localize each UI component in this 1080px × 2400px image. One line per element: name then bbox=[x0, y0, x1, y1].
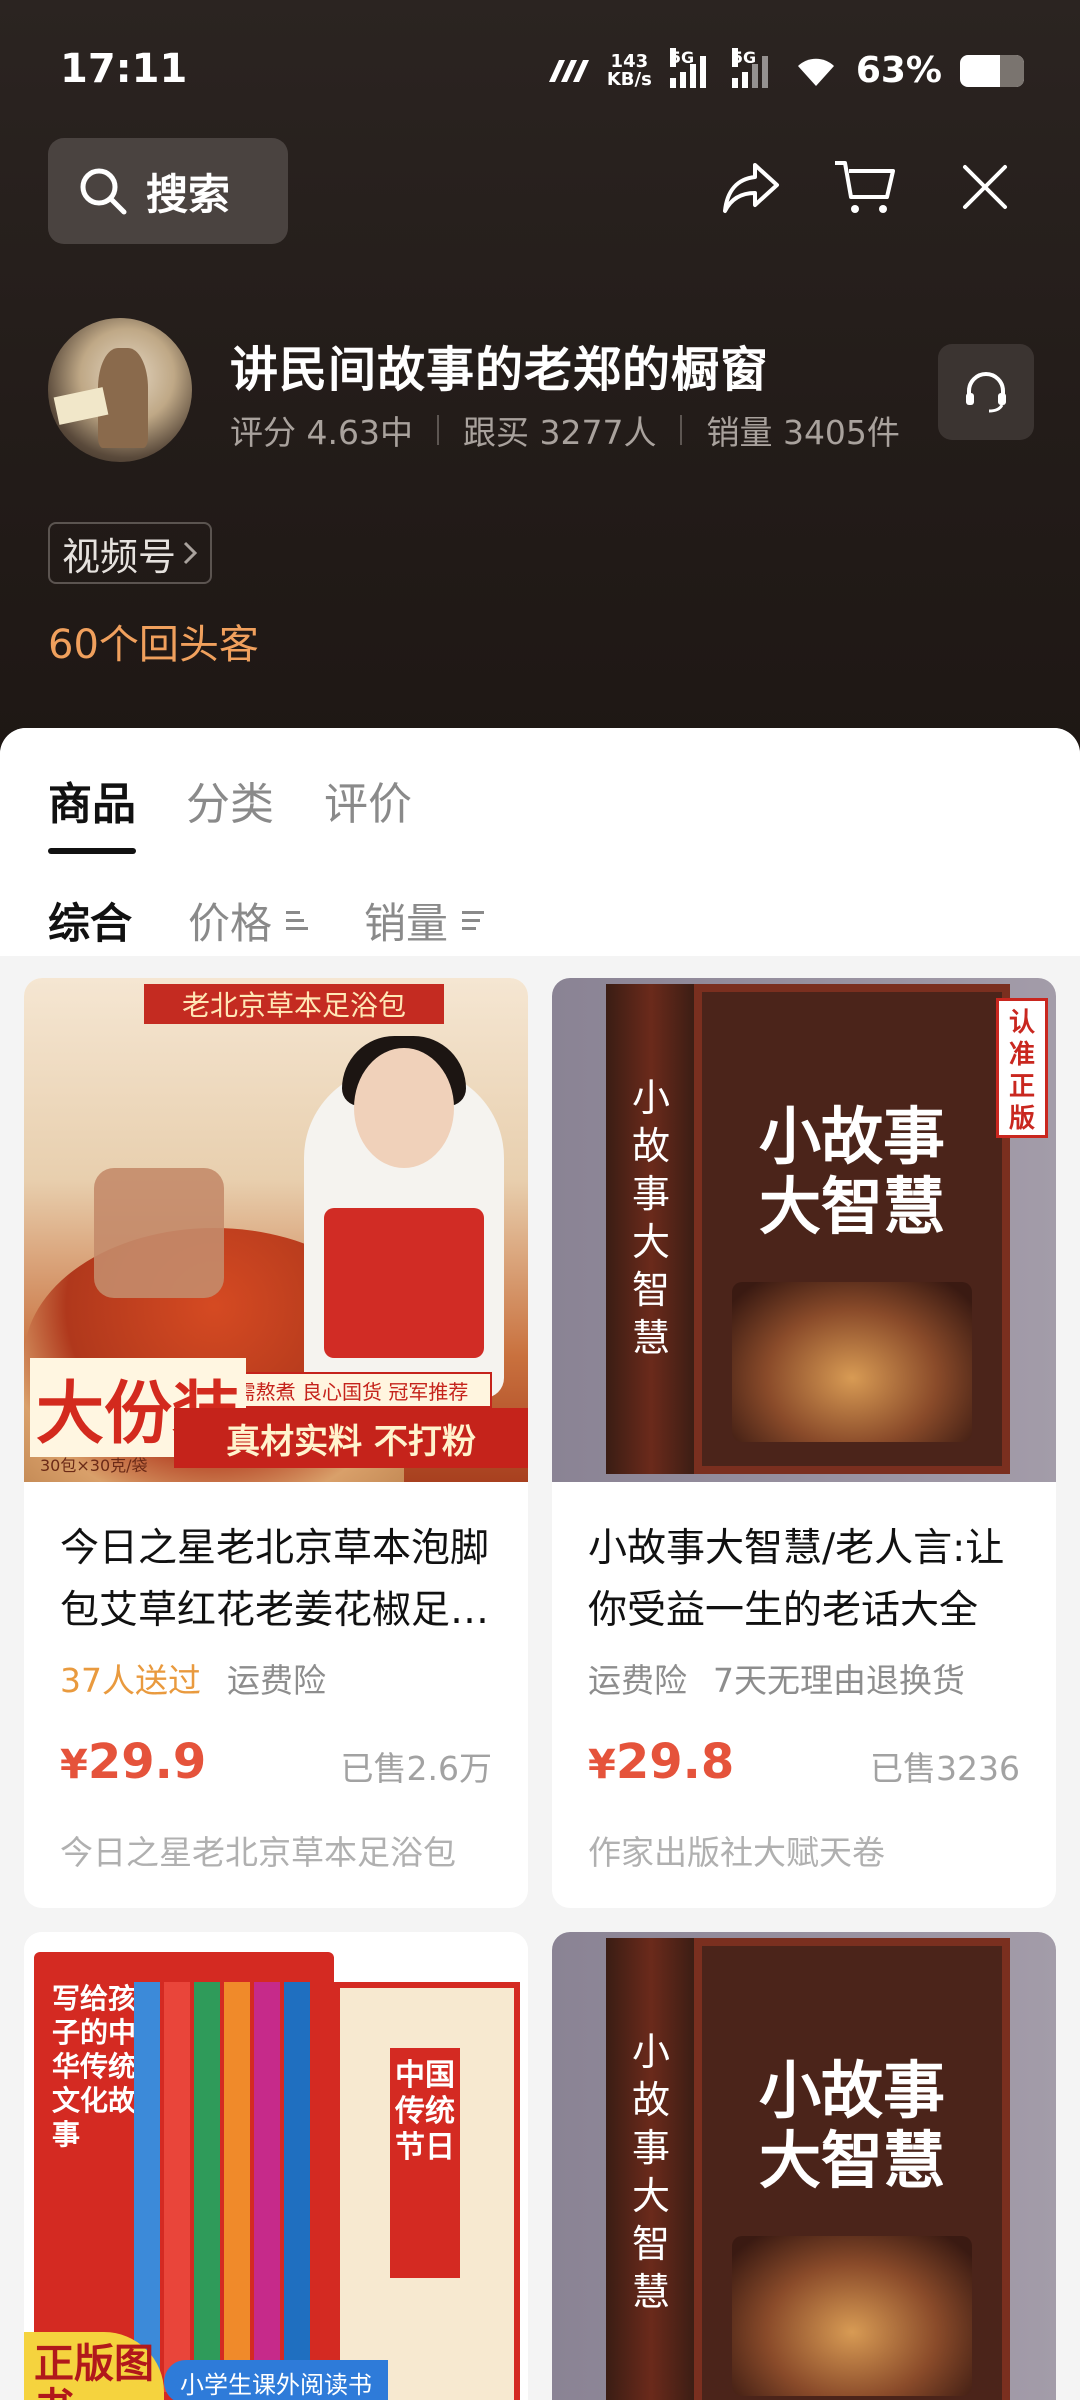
sort-bar: 综合 价格 销量 bbox=[48, 890, 485, 951]
product-card[interactable]: 小故事 大智慧 小故事 大智慧 认准正版 小故事大智慧/老人言:让你受益一生的老… bbox=[552, 978, 1056, 1908]
image-seal-text: 认准正版 bbox=[996, 998, 1048, 1138]
image-spec-text: 30包×30克/袋 bbox=[40, 1456, 148, 1475]
product-tags: 运费险 7天无理由退换货 bbox=[588, 1654, 965, 1702]
tab-categories[interactable]: 分类 bbox=[186, 768, 274, 854]
share-icon bbox=[723, 163, 779, 213]
battery-percent: 63% bbox=[855, 50, 942, 91]
product-image[interactable]: 老北京草本足浴包 无需熬煮 良心国货 冠军推荐 大份装 真材实料 不打粉 30包… bbox=[24, 978, 528, 1482]
search-icon bbox=[80, 168, 127, 215]
headset-icon bbox=[966, 372, 1006, 413]
product-image[interactable]: 小故事 大智慧 小故事 大智慧 认准正版 bbox=[552, 978, 1056, 1482]
divider bbox=[436, 415, 439, 445]
product-tag: 运费险 bbox=[227, 1661, 326, 1700]
shop-name[interactable]: 讲民间故事的老郑的橱窗 bbox=[230, 330, 769, 400]
shop-avatar[interactable] bbox=[48, 318, 192, 462]
shop-sales: 销量 3405件 bbox=[706, 413, 900, 452]
product-sold: 已售2.6万 bbox=[340, 1749, 492, 1788]
close-icon bbox=[963, 165, 1007, 209]
network-type-2: 5G bbox=[731, 47, 757, 67]
share-button[interactable] bbox=[716, 152, 786, 222]
image-front-text: 中国传统节日 bbox=[390, 2048, 460, 2278]
price-value: 29.9 bbox=[87, 1734, 207, 1790]
product-price: ¥29.8 bbox=[588, 1734, 734, 1790]
customer-service-button[interactable] bbox=[938, 344, 1034, 440]
price-value: 29.8 bbox=[615, 1734, 735, 1790]
sort-sales-label: 销量 bbox=[364, 899, 449, 948]
product-shop: 作家出版社大赋天卷 bbox=[588, 1833, 885, 1872]
product-card[interactable]: 写给孩子的中华传统文化故事 中国传统节日 小学生课外阅读书 正版图书 bbox=[24, 1932, 528, 2400]
nfc-icon bbox=[548, 59, 589, 82]
product-tags: 37人送过 运费险 bbox=[60, 1654, 326, 1702]
product-shop: 今日之星老北京草本足浴包 bbox=[60, 1833, 456, 1872]
image-badge-text: 正版图书 bbox=[24, 2332, 164, 2400]
repeat-customers: 60个回头客 bbox=[48, 622, 259, 668]
price-currency: ¥ bbox=[588, 1742, 616, 1788]
product-card[interactable]: 小故事 大智慧 小故事 大智慧 bbox=[552, 1932, 1056, 2400]
network-type-1: 5G bbox=[669, 47, 695, 67]
channel-link[interactable]: 视频号 bbox=[48, 522, 213, 584]
sort-sales[interactable]: 销量 bbox=[364, 890, 485, 951]
status-bar: 17:11 143 KB/s 5G 5G 63% bbox=[0, 0, 1080, 140]
cart-button[interactable] bbox=[830, 152, 900, 222]
product-panel: 商品 分类 评价 综合 价格 销量 老北京草本足浴包 无需熬煮 良心国货 冠军推… bbox=[0, 728, 1080, 2400]
divider bbox=[680, 415, 683, 445]
search-label: 搜索 bbox=[146, 169, 231, 219]
shop-stats: 评分 4.63中 跟买 3277人 销量 3405件 bbox=[230, 406, 900, 454]
shop-followers: 跟买 3277人 bbox=[462, 413, 657, 452]
battery-icon bbox=[960, 54, 1024, 87]
wifi-icon bbox=[797, 58, 834, 86]
product-tag: 运费险 bbox=[588, 1661, 687, 1700]
cart-icon bbox=[835, 161, 895, 213]
product-image[interactable]: 写给孩子的中华传统文化故事 中国传统节日 小学生课外阅读书 正版图书 bbox=[24, 1932, 528, 2400]
tab-reviews[interactable]: 评价 bbox=[324, 768, 412, 854]
channel-label: 视频号 bbox=[62, 534, 177, 579]
product-price: ¥29.9 bbox=[60, 1734, 206, 1790]
network-speed-unit: KB/s bbox=[606, 68, 652, 90]
search-button[interactable]: 搜索 bbox=[48, 138, 288, 244]
shop-rating: 评分 4.63中 bbox=[230, 413, 413, 452]
sort-price[interactable]: 价格 bbox=[188, 890, 309, 951]
sort-icon bbox=[286, 911, 309, 930]
image-spine-text: 小故事 大智慧 bbox=[631, 1076, 670, 1360]
sort-overall-label: 综合 bbox=[48, 899, 133, 948]
product-title[interactable]: 小故事大智慧/老人言:让你受益一生的老话大全 bbox=[588, 1518, 1028, 1642]
network-speed: 143 KB/s bbox=[606, 50, 652, 90]
image-spine-text: 小故事 大智慧 bbox=[631, 2030, 670, 2314]
status-indicators: 143 KB/s 5G 5G 63% bbox=[545, 47, 1024, 91]
sort-overall[interactable]: 综合 bbox=[48, 890, 132, 951]
tab-products[interactable]: 商品 bbox=[48, 768, 136, 854]
sort-price-label: 价格 bbox=[188, 899, 273, 948]
tab-bar: 商品 分类 评价 bbox=[48, 768, 412, 854]
image-ribbon-text: 小学生课外阅读书 bbox=[164, 2360, 388, 2400]
price-currency: ¥ bbox=[60, 1742, 88, 1788]
signal-icon: 5G bbox=[669, 47, 714, 88]
image-cover-text: 小故事 大智慧 bbox=[758, 1100, 945, 1243]
product-sold: 已售3236 bbox=[870, 1749, 1020, 1788]
product-tag: 7天无理由退换货 bbox=[713, 1661, 965, 1700]
network-speed-value: 143 bbox=[610, 50, 649, 72]
chevron-right-icon bbox=[183, 541, 198, 565]
image-banner-text: 老北京草本足浴包 bbox=[144, 984, 444, 1024]
product-image[interactable]: 小故事 大智慧 小故事 大智慧 bbox=[552, 1932, 1056, 2400]
product-card[interactable]: 老北京草本足浴包 无需熬煮 良心国货 冠军推荐 大份装 真材实料 不打粉 30包… bbox=[24, 978, 528, 1908]
product-title[interactable]: 今日之星老北京草本泡脚包艾草红花老姜花椒足浴包 bbox=[60, 1518, 500, 1642]
tabs-area: 商品 分类 评价 综合 价格 销量 bbox=[0, 728, 1080, 956]
status-time: 17:11 bbox=[60, 46, 188, 92]
close-button[interactable] bbox=[950, 152, 1020, 222]
shop-header: 17:11 143 KB/s 5G 5G 63% 搜索 讲民间故事的老郑的橱窗 … bbox=[0, 0, 1080, 760]
signal-icon-2: 5G bbox=[731, 47, 776, 88]
image-cover-text: 小故事 大智慧 bbox=[758, 2054, 945, 2197]
image-strip-text: 真材实料 不打粉 bbox=[174, 1408, 528, 1468]
product-tag: 37人送过 bbox=[60, 1661, 201, 1700]
sort-icon bbox=[462, 911, 485, 930]
